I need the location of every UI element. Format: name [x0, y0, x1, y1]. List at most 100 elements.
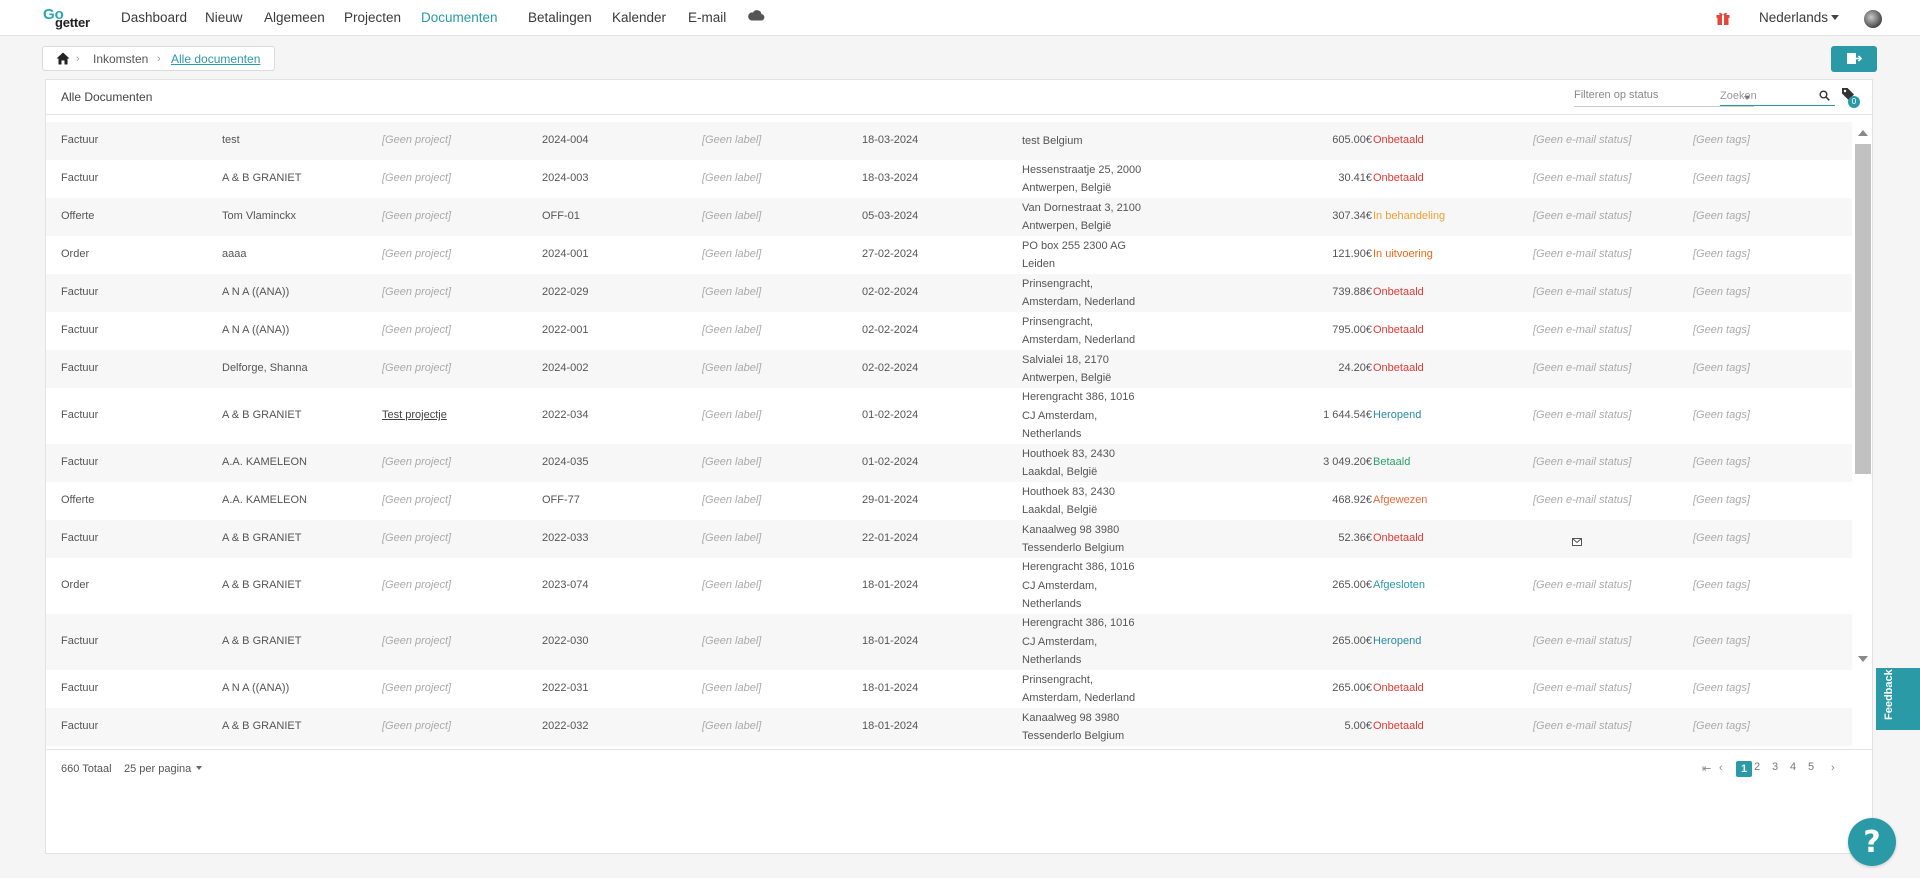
search-field[interactable] [1720, 86, 1835, 106]
table-row[interactable]: Factuur A & B GRANIET Test projectje 2022-0… [46, 388, 1852, 444]
cell-leveringsadres: test Belgium [1022, 132, 1152, 151]
cell-type: Factuur [61, 635, 99, 647]
address-line: Antwerpen, België [1022, 372, 1112, 384]
table-row[interactable]: Factuur A & B GRANIET [Geen project] 2022-0… [46, 614, 1852, 670]
cell-klant: A & B GRANIET [222, 172, 302, 184]
nav-item-nieuw[interactable]: Nieuw [205, 10, 243, 25]
address-line: Houthoek 83, 2430 [1022, 447, 1115, 460]
search-icon[interactable] [1819, 90, 1830, 101]
help-button[interactable]: ? [1848, 818, 1896, 866]
address-line: Tessenderlo Belgium [1022, 730, 1125, 742]
cell-boekingsdatum: 18-01-2024 [862, 720, 919, 732]
cell-boekingsdatum: 02-02-2024 [862, 362, 919, 374]
cell-tags: [Geen tags] [1693, 286, 1750, 298]
cell-tags: [Geen tags] [1693, 494, 1750, 506]
cell-totaalbedrag: 1 644.54€ [1323, 409, 1372, 421]
nav-item-betalingen[interactable]: Betalingen [528, 10, 592, 25]
table-row[interactable]: Factuur A.A. KAMELEON [Geen project] 2024-0… [46, 444, 1852, 482]
scroll-thumb[interactable] [1855, 144, 1871, 474]
cell-klant: A N A ((ANA)) [222, 324, 290, 336]
cell-type: Factuur [61, 134, 99, 146]
nav-item-algemeen[interactable]: Algemeen [264, 10, 325, 25]
prev-page-icon[interactable]: ‹ [1719, 762, 1723, 774]
scroll-down-arrow-icon[interactable] [1858, 656, 1868, 662]
cell-label: [Geen label] [702, 362, 762, 374]
cell-project: [Geen project] [382, 682, 452, 694]
next-page-icon[interactable]: › [1831, 762, 1835, 774]
cell-type: Factuur [61, 456, 99, 468]
address-line: Leiden [1022, 258, 1056, 270]
nav-item-dashboard[interactable]: Dashboard [121, 10, 187, 25]
table-scrollbar[interactable] [1852, 122, 1874, 750]
cell-leveringsadres: Herengracht 386, 1016 CJ Amsterdam, Nether… [1022, 388, 1152, 444]
cell-documentnummer: 2022-029 [542, 286, 589, 298]
address-line: Antwerpen, België [1022, 182, 1112, 194]
gift-icon[interactable] [1715, 10, 1731, 26]
cell-boekingsdatum: 18-01-2024 [862, 682, 919, 694]
table-row[interactable]: Offerte A.A. KAMELEON [Geen project] OFF-77… [46, 482, 1852, 520]
cell-totaalbedrag: 795.00€ [1332, 324, 1372, 336]
cell-totaalbedrag: 265.00€ [1332, 579, 1372, 591]
table-row[interactable]: Factuur test [Geen project] 2024-004 [Geen l… [46, 122, 1852, 160]
cell-leveringsadres: Kanaalweg 98 3980 Tessenderlo Belgium [1022, 521, 1152, 558]
export-button[interactable] [1831, 46, 1877, 72]
table-row[interactable]: Factuur A N A ((ANA)) [Geen project] 2022-0… [46, 312, 1852, 350]
cell-email-status: [Geen e-mail status] [1533, 456, 1632, 468]
scroll-up-arrow-icon[interactable] [1858, 130, 1868, 136]
table-row[interactable]: Factuur A N A ((ANA)) [Geen project] 2022-0… [46, 274, 1852, 312]
table-row[interactable]: OfferteA N A ((ANA))WeepwoopOFF-74[Geen … [46, 746, 1852, 748]
cell-project: [Geen project] [382, 286, 452, 298]
cell-documentnummer: 2022-032 [542, 720, 589, 732]
chevron-down-icon[interactable] [1831, 15, 1839, 20]
cell-label: [Geen label] [702, 720, 762, 732]
cell-type: Offerte [61, 494, 95, 506]
table-row[interactable]: Order aaaa [Geen project] 2024-001 [Geen lab… [46, 236, 1852, 274]
cell-documentnummer: 2022-031 [542, 682, 589, 694]
feedback-tab[interactable]: Feedback [1876, 668, 1920, 730]
address-line: Prinsengracht, [1022, 277, 1093, 290]
table-row[interactable]: Factuur A & B GRANIET [Geen project] 2022-0… [46, 520, 1852, 558]
home-icon[interactable] [56, 52, 70, 65]
table-row[interactable]: Factuur A N A ((ANA)) [Geen project] 2022-0… [46, 670, 1852, 708]
table-row[interactable]: Offerte Tom Vlaminckx [Geen project] OFF-01… [46, 198, 1852, 236]
cell-email-status: [Geen e-mail status] [1533, 635, 1632, 647]
user-avatar[interactable] [1864, 10, 1882, 28]
cell-leveringsadres: Prinsengracht, Amsterdam, Nederland [1022, 671, 1152, 708]
page-1-button[interactable]: 1 [1736, 761, 1752, 777]
cell-leveringsadres: Herengracht 386, 1016 CJ Amsterdam, Nether… [1022, 558, 1152, 614]
cell-type: Offerte [61, 210, 95, 222]
nav-item-e-mail[interactable]: E-mail [688, 10, 726, 25]
cloud-icon[interactable] [747, 8, 765, 22]
cell-klant: Tom Vlaminckx [222, 210, 296, 222]
cell-status: Onbetaald [1373, 362, 1424, 374]
first-page-icon[interactable]: ⇤ [1702, 762, 1711, 775]
envelope-icon[interactable] [1572, 533, 1582, 546]
nav-item-documenten[interactable]: Documenten [421, 10, 498, 25]
cell-type: Order [61, 248, 90, 260]
divider [46, 114, 1872, 115]
nav-item-kalender[interactable]: Kalender [612, 10, 666, 25]
cell-label: [Geen label] [702, 324, 762, 336]
gogetter-logo[interactable]: Go getter [43, 6, 103, 30]
language-selector[interactable]: Nederlands [1759, 10, 1828, 25]
page-5-button[interactable]: 5 [1808, 761, 1814, 773]
table-row[interactable]: Factuur A & B GRANIET [Geen project] 2022-0… [46, 708, 1852, 746]
page-2-button[interactable]: 2 [1754, 761, 1760, 773]
per-page-select[interactable]: 25 per pagina [124, 763, 203, 775]
cell-status: Heropend [1373, 635, 1422, 647]
search-input[interactable] [1720, 87, 1815, 102]
cell-project[interactable]: Test projectje [382, 409, 447, 421]
cell-type: Factuur [61, 409, 99, 421]
page-3-button[interactable]: 3 [1772, 761, 1778, 773]
nav-item-projecten[interactable]: Projecten [344, 10, 401, 25]
breadcrumb-alle-documenten[interactable]: Alle documenten [171, 52, 260, 66]
address-line: Prinsengracht, [1022, 315, 1093, 328]
breadcrumb-inkomsten[interactable]: Inkomsten [93, 52, 148, 66]
table-row[interactable]: Factuur Delforge, Shanna [Geen project] 202… [46, 350, 1852, 388]
page-4-button[interactable]: 4 [1790, 761, 1796, 773]
cell-tags: [Geen tags] [1693, 635, 1750, 647]
address-line: Netherlands [1022, 654, 1082, 667]
table-row[interactable]: Order A & B GRANIET [Geen project] 2023-074… [46, 558, 1852, 614]
table-row[interactable]: Factuur A & B GRANIET [Geen project] 2024-0… [46, 160, 1852, 198]
cell-documentnummer: 2024-003 [542, 172, 589, 184]
